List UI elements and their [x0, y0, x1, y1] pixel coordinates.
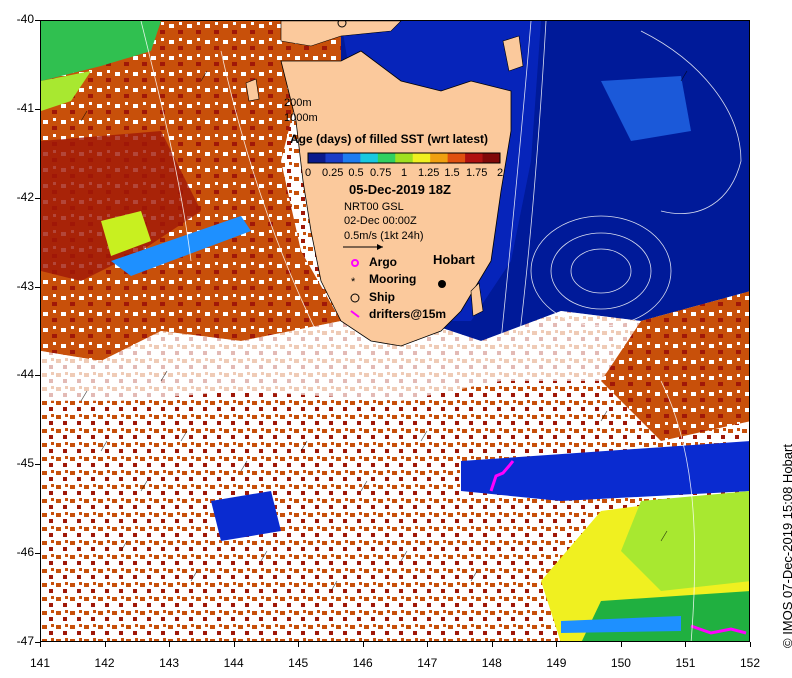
lon-tick-label: 142: [94, 656, 115, 670]
legend-drifter-label: drifters@15m: [369, 307, 447, 321]
colorbar-title: Age (days) of filled SST (wrt latest): [290, 132, 489, 146]
lon-tick-mark: [362, 642, 364, 647]
lon-tick-label: 149: [546, 656, 567, 670]
lat-tick-label: -40: [16, 12, 34, 26]
legend-mooring-label: Mooring: [369, 272, 417, 286]
lon-tick-label: 145: [288, 656, 309, 670]
colorbar-segment: [430, 153, 449, 163]
lat-tick-label: -45: [16, 456, 34, 471]
lat-tick-mark: [35, 464, 40, 466]
lon-tick-mark: [491, 642, 493, 647]
colorbar-segment: [308, 153, 326, 163]
colorbar: [307, 152, 501, 164]
sst-age-map[interactable]: * 200m 1000m Age (days) of filled SST (w…: [40, 20, 750, 642]
lat-tick-label: -41: [16, 100, 34, 115]
lon-tick-label: 146: [352, 656, 373, 670]
legend-argo-label: Argo: [369, 255, 397, 269]
lon-tick-label: 148: [481, 656, 502, 670]
mooring-legend-icon: *: [351, 276, 356, 288]
lon-tick-mark: [556, 642, 558, 647]
lon-tick-mark: [750, 642, 751, 647]
lat-tick-label: -47: [16, 634, 34, 648]
date-label: 05-Dec-2019 18Z: [349, 182, 451, 197]
contour-label-1000m: 1000m: [284, 112, 318, 124]
colorbar-tick-label: 1: [400, 167, 408, 179]
lat-tick-label: -46: [16, 545, 34, 560]
lon-tick-label: 141: [29, 656, 51, 670]
colorbar-segment: [395, 153, 414, 163]
lat-tick-label: -43: [16, 278, 34, 293]
colorbar-segment: [465, 153, 484, 163]
lat-tick-mark: [35, 375, 40, 377]
legend-ship-label: Ship: [369, 290, 395, 304]
colorbar-tick-label: 1.25: [418, 167, 440, 179]
lon-tick-mark: [298, 642, 300, 647]
lon-tick-label: 147: [417, 656, 438, 670]
colorbar-tick-label: 0.75: [370, 167, 392, 179]
lat-tick-mark: [35, 108, 40, 110]
lat-tick-label: -44: [16, 367, 34, 382]
lon-tick-mark: [233, 642, 235, 647]
lon-tick-label: 143: [159, 656, 180, 670]
colorbar-segment: [412, 153, 431, 163]
lon-tick-mark: [169, 642, 171, 647]
lat-tick-mark: [35, 553, 40, 555]
lat-tick-mark: [35, 20, 40, 21]
lon-tick-label: 150: [610, 656, 631, 670]
colorbar-tick-label: 0.5: [348, 167, 364, 179]
lon-tick-mark: [427, 642, 429, 647]
current-time-label: 02-Dec 00:00Z: [344, 215, 417, 227]
colorbar-tick-label: 1.75: [466, 167, 488, 179]
colorbar-tick-label: 1.5: [444, 167, 460, 179]
colorbar-segment: [325, 153, 344, 163]
colorbar-tick-label: 0.25: [322, 167, 344, 179]
lon-tick-mark: [40, 642, 41, 647]
lat-tick-mark: [35, 286, 40, 288]
lon-tick-label: 151: [675, 656, 696, 670]
city-label-hobart: Hobart: [433, 252, 475, 267]
lat-tick-label: -42: [16, 189, 34, 204]
colorbar-tick-label: 2: [496, 167, 504, 179]
colorbar-tick-label: 0: [304, 167, 312, 179]
lon-tick-label: 152: [739, 656, 761, 670]
lon-tick-mark: [104, 642, 106, 647]
lon-tick-mark: [620, 642, 622, 647]
colorbar-segment: [377, 153, 396, 163]
map-canvas: *: [41, 21, 749, 641]
imos-credit: © IMOS 07-Dec-2019 15:08 Hobart: [780, 444, 792, 648]
colorbar-segment: [342, 153, 361, 163]
colorbar-segment: [482, 153, 501, 163]
lon-tick-label: 144: [223, 656, 244, 670]
lat-tick-mark: [35, 197, 40, 199]
product-label: NRT00 GSL: [344, 201, 404, 213]
colorbar-segment: [360, 153, 379, 163]
scale-arrow-label: 0.5m/s (1kt 24h): [344, 230, 424, 242]
hobart-marker: [438, 280, 446, 288]
colorbar-segment: [447, 153, 466, 163]
contour-label-200m: 200m: [284, 97, 312, 109]
lon-tick-mark: [685, 642, 687, 647]
